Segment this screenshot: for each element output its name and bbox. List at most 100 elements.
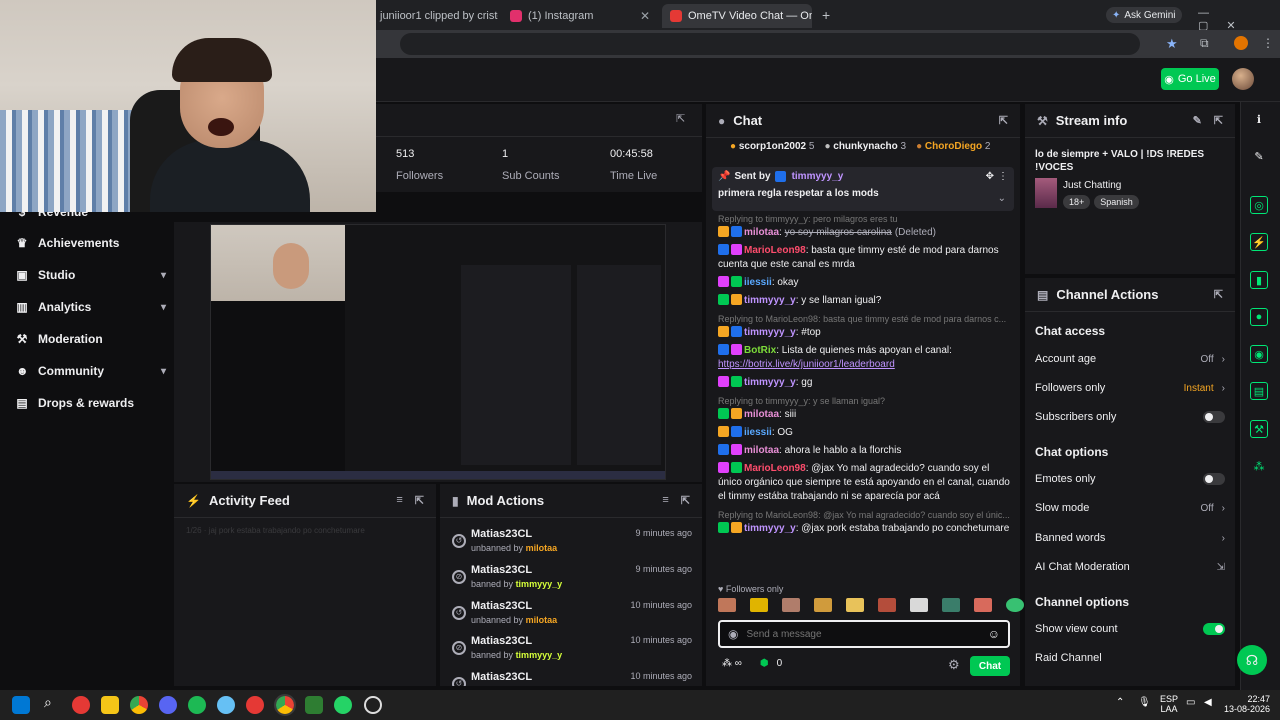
chat-send-button[interactable]: Chat xyxy=(970,656,1010,676)
chat-username[interactable]: MarioLeon98 xyxy=(744,245,806,256)
community-icon[interactable]: ⁂ xyxy=(1250,457,1268,475)
leaderboard-entry[interactable]: ● ChoroDiego 2 xyxy=(916,141,990,152)
emote-icon[interactable] xyxy=(750,598,768,612)
chat-message[interactable]: BotRix: Lista de quienes más apoyan el c… xyxy=(712,342,1018,374)
start-icon[interactable] xyxy=(12,696,30,714)
profile-icon[interactable] xyxy=(1234,36,1248,50)
show-view-count-row[interactable]: Show view count xyxy=(1035,620,1225,638)
mod-action-row[interactable]: ⊘ Matias23CL banned by timmyyy_y 10 minutes… xyxy=(448,633,698,667)
volume-icon[interactable]: ◀ xyxy=(1204,697,1212,708)
spotify-icon[interactable] xyxy=(188,696,206,714)
ask-gemini-button[interactable]: ✦ Ask Gemini xyxy=(1106,7,1182,23)
sidebar-item-achievements[interactable]: ♛ Achievements xyxy=(16,233,166,253)
whatsapp-icon[interactable] xyxy=(334,696,352,714)
followers-only-row[interactable]: Followers only Instant › xyxy=(1035,379,1225,397)
new-tab-button[interactable]: + xyxy=(822,7,830,23)
popout-icon[interactable]: ⇱ xyxy=(415,494,424,507)
subscribers-only-toggle[interactable] xyxy=(1203,411,1225,423)
ai-moderation-row[interactable]: AI Chat Moderation ⇲ xyxy=(1035,558,1225,576)
edit-icon[interactable]: ✎ xyxy=(1193,114,1202,127)
chat-username[interactable]: timmyyy_y xyxy=(744,295,796,306)
chat-username[interactable]: milotaa xyxy=(744,409,779,420)
sidebar-item-analytics[interactable]: ▥ Analytics ▾ xyxy=(16,297,166,317)
tray-chevron-icon[interactable]: ⌃ xyxy=(1116,697,1124,708)
channel-points-icon[interactable]: ⁂ ∞ xyxy=(722,658,742,669)
filter-icon[interactable]: ≡ xyxy=(396,494,402,507)
chat-username[interactable]: iiessii xyxy=(744,427,772,438)
chat-username[interactable]: timmyyy_y xyxy=(744,327,796,338)
chat-message[interactable]: Replying to timmyyy_y: pero milagros ere… xyxy=(712,210,1018,242)
account-age-row[interactable]: Account age Off › xyxy=(1035,350,1225,368)
popout-icon[interactable]: ⇱ xyxy=(1214,114,1223,127)
emote-icon[interactable] xyxy=(942,598,960,612)
clip-icon[interactable]: ◎ xyxy=(1250,196,1268,214)
broadcast-icon[interactable]: ◉ xyxy=(1250,345,1268,363)
sidebar-item-studio[interactable]: ▣ Studio ▾ xyxy=(16,265,166,285)
list-icon[interactable]: ▤ xyxy=(1250,382,1268,400)
support-icon[interactable]: ☊ xyxy=(1237,645,1267,675)
popout-icon[interactable]: ⇱ xyxy=(676,112,685,125)
show-view-count-toggle[interactable] xyxy=(1203,623,1225,635)
menu-dots-icon[interactable]: ⋮ xyxy=(1262,36,1274,50)
tab-instagram[interactable]: (1) Instagram ✕ xyxy=(502,4,658,28)
chat-message[interactable]: MarioLeon98: @jax Yo mal agradecido? cua… xyxy=(712,460,1018,506)
emote-picker-icon[interactable]: ☺ xyxy=(988,627,1000,641)
tag[interactable]: Spanish xyxy=(1094,195,1139,209)
app-icon[interactable] xyxy=(305,696,323,714)
emote-icon[interactable] xyxy=(846,598,864,612)
chevron-down-icon[interactable]: ⌄ xyxy=(998,193,1006,204)
emotes-only-row[interactable]: Emotes only xyxy=(1035,470,1225,488)
chat-link[interactable]: https://botrix.live/k/juniioor1/leaderbo… xyxy=(718,359,895,370)
chat-username[interactable]: timmyyy_y xyxy=(744,377,796,388)
language-indicator[interactable]: ESP LAA xyxy=(1160,694,1178,714)
emote-icon[interactable] xyxy=(718,598,736,612)
raid-channel-row[interactable]: Raid Channel xyxy=(1035,649,1225,667)
mod-action-row[interactable]: ⊘ Matias23CL banned by timmyyy_y 9 minutes … xyxy=(448,562,698,596)
emote-icon[interactable] xyxy=(814,598,832,612)
mod-action-row[interactable]: ↺ Matias23CL unbanned by milotaa 9 minutes … xyxy=(448,526,698,560)
popout-icon[interactable]: ⇱ xyxy=(999,114,1008,127)
pinned-message[interactable]: 📌 Sent by timmyyy_y ✥ ⋮ primera regla respet… xyxy=(712,167,1014,211)
bolt-icon[interactable]: ⚡ xyxy=(1250,233,1268,251)
emote-icon[interactable] xyxy=(1006,598,1024,612)
address-bar[interactable] xyxy=(400,33,1140,55)
pencil-icon[interactable]: ✎ xyxy=(1250,147,1268,165)
close-icon[interactable]: ✕ xyxy=(640,9,650,23)
search-icon[interactable]: ⌕ xyxy=(44,694,52,711)
chat-message[interactable]: milotaa: ahora le hablo a la florchis xyxy=(712,442,1018,460)
app-icon[interactable] xyxy=(246,696,264,714)
obs-icon[interactable] xyxy=(364,696,382,714)
file-explorer-icon[interactable] xyxy=(101,696,119,714)
info-icon[interactable]: ℹ xyxy=(1250,110,1268,128)
clock[interactable]: 22:47 13-08-2026 xyxy=(1218,694,1270,714)
chat-message[interactable]: iiessii: OG xyxy=(712,424,1018,442)
sidebar-item-drops[interactable]: ▤ Drops & rewards xyxy=(16,393,166,413)
emotes-only-toggle[interactable] xyxy=(1203,473,1225,485)
discord-icon[interactable] xyxy=(159,696,177,714)
unpin-icon[interactable]: ✥ xyxy=(986,171,994,182)
window-controls[interactable]: —▢✕ xyxy=(1198,7,1280,32)
chat-message[interactable]: Replying to MarioLeon98: basta que timmy… xyxy=(712,310,1018,342)
chat-settings-icon[interactable]: ⚙ xyxy=(948,657,960,673)
mod-action-row[interactable]: ↺ Matias23CL unbanned by milotaa 10 minutes… xyxy=(448,598,698,632)
leaderboard-entry[interactable]: ● chunkynacho 3 xyxy=(824,141,906,152)
chat-username[interactable]: MarioLeon98 xyxy=(744,463,806,474)
extensions-icon[interactable]: ⧉ xyxy=(1200,36,1209,51)
chat-message[interactable]: Replying to timmyyy_y: y se llaman igual… xyxy=(712,392,1018,424)
filter-icon[interactable]: ≡ xyxy=(662,494,668,507)
network-icon[interactable]: ▭ xyxy=(1186,697,1195,708)
chrome-icon[interactable] xyxy=(274,694,296,716)
chat-message[interactable]: Replying to MarioLeon98: @jax Yo mal agr… xyxy=(712,506,1018,538)
chat-message[interactable]: iiessii: okay xyxy=(712,274,1018,292)
mod-action-row[interactable]: ↺ Matias23CL 10 minutes ago xyxy=(448,669,698,686)
banned-words-row[interactable]: Banned words › xyxy=(1035,529,1225,547)
avatar[interactable] xyxy=(1232,68,1254,90)
sidebar-item-community[interactable]: ☻ Community ▾ xyxy=(16,361,166,381)
sidebar-item-moderation[interactable]: ⚒ Moderation xyxy=(16,329,166,349)
chat-message[interactable]: timmyyy_y: gg xyxy=(712,374,1018,392)
doc-icon[interactable]: ▮ xyxy=(1250,271,1268,289)
emote-icon[interactable] xyxy=(782,598,800,612)
chat-username[interactable]: BotRix xyxy=(744,345,776,356)
chat-message-field[interactable] xyxy=(746,628,980,640)
chat-username[interactable]: milotaa xyxy=(744,227,779,238)
